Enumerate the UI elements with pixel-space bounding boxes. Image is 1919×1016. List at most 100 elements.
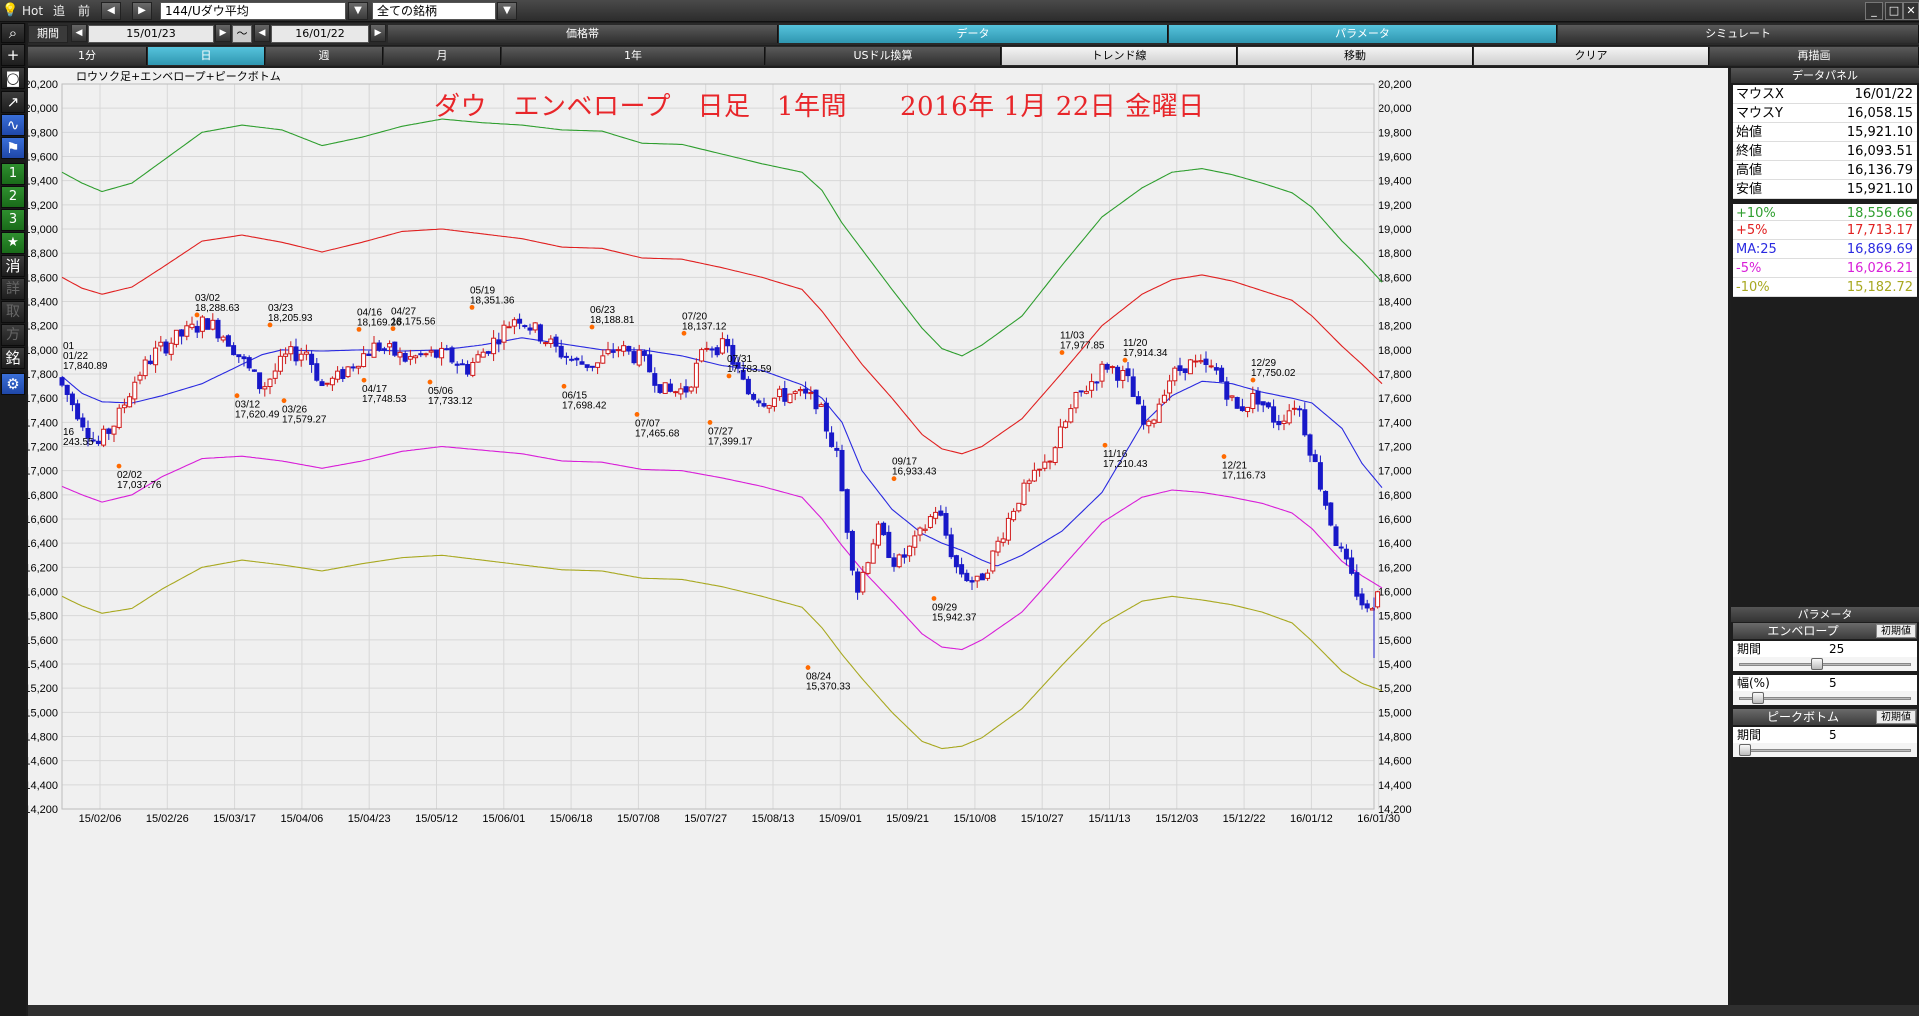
candle-body <box>1089 381 1095 391</box>
peak-marker <box>805 665 811 670</box>
peakbottom-reset-button[interactable]: 初期値 <box>1876 710 1916 724</box>
candle-body <box>1000 538 1006 543</box>
close-icon[interactable]: ✕ <box>1903 2 1919 20</box>
candle-body <box>397 351 403 358</box>
envelope-width-slider[interactable] <box>1733 691 1917 705</box>
to-prev-icon[interactable]: ◀ <box>254 24 270 42</box>
x-tick-label: 15/09/21 <box>886 813 929 825</box>
x-tick-label: 15/09/01 <box>819 813 862 825</box>
candle-body <box>761 403 767 407</box>
timeframe-row: 1分 日 週 月 1年 USドル換算 トレンド線 移動 クリア 再描画 <box>28 46 1919 66</box>
redraw-button[interactable]: 再描画 <box>1710 47 1919 65</box>
candle-body <box>1042 461 1048 469</box>
from-next-icon[interactable]: ▶ <box>215 24 231 42</box>
usd-conversion-button[interactable]: USドル換算 <box>766 47 1001 65</box>
method-icon[interactable]: 方 <box>1 324 25 346</box>
datapanel-label: -5% <box>1736 261 1762 276</box>
candle-body <box>423 353 429 356</box>
peakbottom-period-slider[interactable] <box>1733 743 1917 757</box>
candlestick-chart[interactable]: 20,200 20,200 20,000 20,000 19,800 19,800 19,6… <box>28 68 1728 1005</box>
tab-1year[interactable]: 1年 <box>502 47 765 65</box>
navigation-strip[interactable] <box>28 1005 1919 1016</box>
minimize-icon[interactable]: _ <box>1865 2 1883 20</box>
clipped-value-label: 17,840.89 <box>63 361 108 372</box>
star-icon[interactable]: ★ <box>1 232 25 254</box>
slider-thumb[interactable] <box>1739 744 1751 756</box>
to-next-icon[interactable]: ▶ <box>370 24 386 42</box>
candle-body <box>485 351 491 354</box>
preset-3-icon[interactable]: 3 <box>1 209 25 231</box>
previous-button[interactable]: 前 <box>78 2 90 20</box>
flag-icon[interactable]: ⚑ <box>1 137 25 159</box>
envelope-reset-button[interactable]: 初期値 <box>1876 624 1916 638</box>
gear-icon[interactable]: ⚙ <box>1 373 25 395</box>
indicator-icon[interactable]: ∿ <box>1 114 25 136</box>
symbol-dropdown-icon[interactable]: ▼ <box>348 2 368 20</box>
candle-body <box>459 363 465 366</box>
slider-thumb[interactable] <box>1751 692 1764 704</box>
move-button[interactable]: 移動 <box>1238 47 1473 65</box>
candle-body <box>792 391 798 394</box>
forward-arrow-icon[interactable]: ▶ <box>132 2 152 20</box>
chart-area[interactable]: 20,200 20,200 20,000 20,000 19,800 19,800 19,6… <box>28 68 1728 1016</box>
peak-marker <box>931 596 937 601</box>
maximize-icon[interactable]: □ <box>1885 2 1903 20</box>
chart-line-icon[interactable]: ↗ <box>1 91 25 113</box>
tab-daily[interactable]: 日 <box>148 47 265 65</box>
y-tick-label: 17,000 <box>28 466 58 478</box>
tab-simulate[interactable]: シミュレート <box>1558 25 1919 43</box>
envelope-period-value[interactable]: 25 <box>1829 641 1844 657</box>
tab-1min[interactable]: 1分 <box>28 47 147 65</box>
tilde-label: ～ <box>232 25 252 43</box>
candle-body <box>168 342 174 355</box>
envelope-period-slider[interactable] <box>1733 657 1917 671</box>
clear-button[interactable]: クリア <box>1474 47 1709 65</box>
follow-button[interactable]: 追 <box>53 2 65 20</box>
from-prev-icon[interactable]: ◀ <box>71 24 87 42</box>
envelope-width-value[interactable]: 5 <box>1829 675 1837 691</box>
candle-body <box>1026 480 1032 484</box>
preset-1-icon[interactable]: 1 <box>1 163 25 185</box>
from-date-field[interactable]: 15/01/23 <box>88 25 214 43</box>
candle-body <box>1245 406 1251 413</box>
y-tick-label: 16,000 <box>28 587 58 599</box>
back-arrow-icon[interactable]: ◀ <box>101 2 121 20</box>
candle-body <box>647 354 653 373</box>
candle-body <box>1167 380 1173 394</box>
tab-weekly[interactable]: 週 <box>266 47 383 65</box>
trade-icon[interactable]: 取 <box>1 301 25 323</box>
trendline-button[interactable]: トレンド線 <box>1002 47 1237 65</box>
candle-body <box>600 355 606 364</box>
tab-price-band[interactable]: 価格帯 <box>388 25 778 43</box>
slider-thumb[interactable] <box>1811 658 1823 670</box>
candle-body <box>948 534 954 558</box>
preset-2-icon[interactable]: 2 <box>1 186 25 208</box>
symbol-field[interactable]: 144/Uダウ平均 <box>160 2 346 20</box>
tab-parameters[interactable]: パラメータ <box>1169 25 1557 43</box>
symbol-icon[interactable]: 銘 <box>1 347 25 369</box>
datapanel-row: +10% 18,556.66 <box>1733 202 1917 221</box>
candle-body <box>1172 367 1178 382</box>
hot-button[interactable]: Hot <box>22 2 43 20</box>
tab-monthly[interactable]: 月 <box>384 47 501 65</box>
tab-data[interactable]: データ <box>779 25 1168 43</box>
to-date-field[interactable]: 16/01/22 <box>271 25 369 43</box>
y-tick-label: 15,200 <box>28 683 58 695</box>
camera-icon[interactable]: ◙ <box>1 67 25 89</box>
candle-body <box>1047 460 1053 463</box>
bulb-icon[interactable]: 💡 <box>2 2 18 20</box>
erase-icon[interactable]: 消 <box>1 255 25 277</box>
candle-body <box>361 353 367 368</box>
candle-body <box>309 353 315 365</box>
filter-field[interactable]: 全ての銘柄 <box>372 2 496 20</box>
peak-marker <box>361 377 367 383</box>
crosshair-icon[interactable]: + <box>1 44 25 66</box>
candle-body <box>491 337 497 355</box>
filter-dropdown-icon[interactable]: ▼ <box>497 2 517 20</box>
peakbottom-header: ピークボトム 初期値 <box>1733 709 1917 725</box>
peakbottom-period-value[interactable]: 5 <box>1829 727 1837 743</box>
search-icon[interactable]: ⌕ <box>1 23 25 43</box>
detail-icon[interactable]: 詳 <box>1 278 25 300</box>
candle-body <box>584 364 590 368</box>
candle-body <box>787 393 793 404</box>
